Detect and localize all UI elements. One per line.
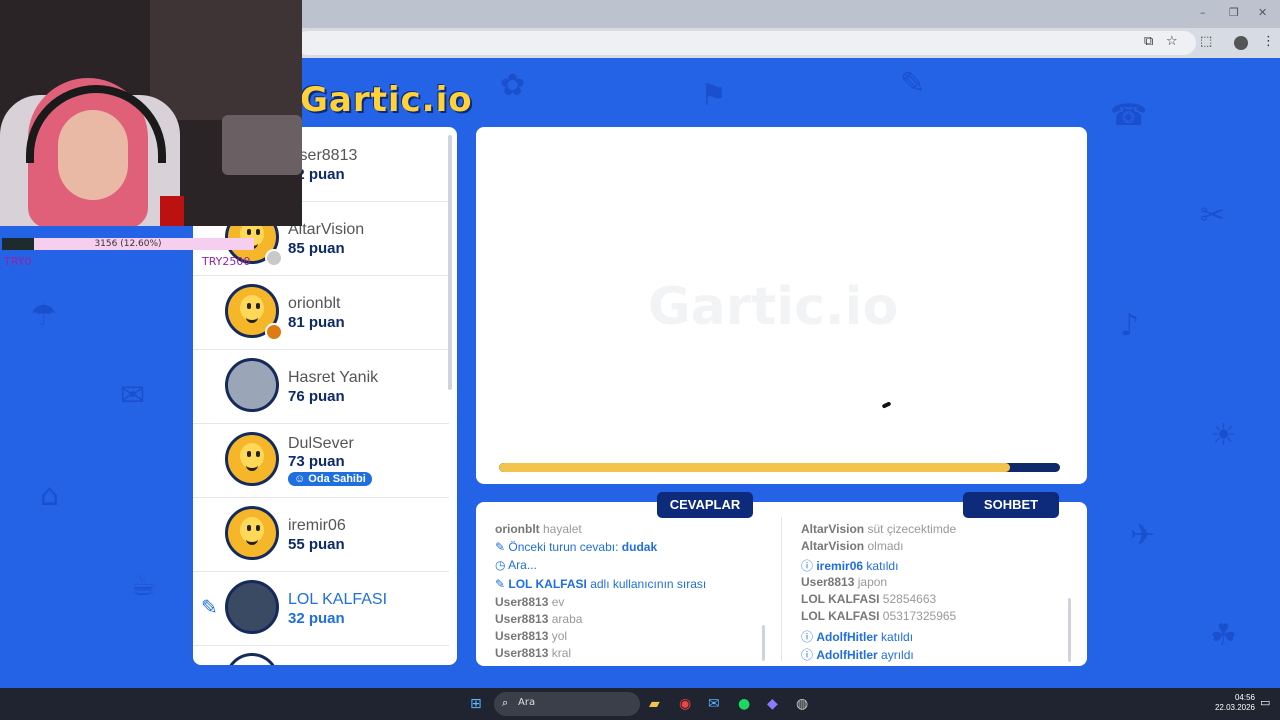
notification-icon[interactable]: ▭ bbox=[1260, 696, 1270, 709]
players-scrollbar[interactable] bbox=[448, 135, 452, 390]
round-timer-bar bbox=[499, 463, 1060, 472]
pencil-icon: ✎ bbox=[201, 595, 218, 619]
doodle-icon: ⌂ bbox=[40, 478, 60, 513]
player-avatar bbox=[225, 653, 279, 665]
room-owner-badge: ☺ Oda Sahibi bbox=[288, 472, 372, 486]
webcam-overlay bbox=[0, 0, 302, 226]
player-score: 76 puan bbox=[288, 388, 345, 405]
search-placeholder: Ara bbox=[518, 697, 536, 708]
status-dot bbox=[265, 323, 283, 341]
doodle-icon: ✿ bbox=[500, 68, 526, 103]
tab-answers[interactable]: CEVAPLAR bbox=[657, 492, 753, 518]
chrome-icon[interactable]: ◉ bbox=[679, 696, 691, 712]
minimize-icon[interactable]: – bbox=[1200, 6, 1206, 19]
taskbar-search[interactable]: ⌕ Ara bbox=[494, 692, 640, 716]
install-icon[interactable]: ⧉ bbox=[1144, 34, 1153, 49]
round-timer-fill bbox=[499, 463, 1010, 472]
xp-progress-text: 3156 (12.60%) bbox=[94, 239, 162, 249]
answer-item: User8813 kral bbox=[495, 646, 572, 660]
steam-icon[interactable]: ◍ bbox=[796, 696, 808, 712]
spotify-icon[interactable]: ● bbox=[738, 696, 750, 712]
player-avatar bbox=[225, 358, 279, 412]
try-left-label: TRY0 bbox=[4, 255, 32, 268]
doodle-icon: ☂ bbox=[30, 298, 57, 333]
gartic-logo[interactable]: Gartic.io bbox=[300, 80, 473, 120]
answer-item: orionblt hayalet bbox=[495, 522, 582, 536]
join-item: ⓘ AdolfHitler katıldı bbox=[801, 630, 914, 644]
try-right-label: TRY2500 bbox=[202, 255, 251, 268]
cam-cup bbox=[160, 196, 184, 226]
chat-item: LOL KALFASI 05317325965 bbox=[801, 609, 957, 623]
bookmark-star-icon[interactable]: ☆ bbox=[1166, 34, 1178, 49]
player-row[interactable]: iremir06 55 puan bbox=[193, 497, 449, 572]
waiting-item: ◷ Ara... bbox=[495, 558, 537, 572]
answer-item: User8813 araba bbox=[495, 612, 583, 626]
xp-progress-bar: 3156 (12.60%) bbox=[2, 238, 254, 250]
player-avatar bbox=[225, 432, 279, 486]
player-row-drawing[interactable]: ✎ LOL KALFASI 32 puan bbox=[193, 571, 449, 646]
cam-bed bbox=[222, 115, 302, 175]
leave-item: ⓘ AdolfHitler ayrıldı bbox=[801, 648, 914, 662]
player-name: iremir06 bbox=[288, 517, 346, 534]
room-owner-label: Oda Sahibi bbox=[308, 473, 366, 485]
player-score: 55 puan bbox=[288, 536, 345, 553]
doodle-icon: ⚑ bbox=[700, 78, 727, 113]
tab-chat[interactable]: SOHBET bbox=[963, 492, 1059, 518]
panel-divider bbox=[781, 517, 782, 661]
player-score: 73 puan bbox=[288, 453, 345, 470]
cam-background bbox=[150, 0, 302, 120]
doodle-icon: ♪ bbox=[1120, 308, 1140, 343]
status-dot bbox=[265, 249, 283, 267]
player-score: 85 puan bbox=[288, 240, 345, 257]
menu-kebab-icon[interactable]: ⋮ bbox=[1262, 34, 1275, 49]
answer-item: User8813 ev bbox=[495, 595, 565, 609]
canvas-watermark: Gartic.io bbox=[648, 277, 899, 337]
player-row[interactable]: DulSever 73 puan ☺ Oda Sahibi bbox=[193, 423, 449, 498]
player-name: orionblt bbox=[288, 295, 341, 312]
chat-item: LOL KALFASI 52854663 bbox=[801, 592, 937, 606]
join-item: ⓘ iremir06 katıldı bbox=[801, 559, 899, 573]
player-name: Hasret Yanik bbox=[288, 369, 379, 386]
player-avatar bbox=[225, 580, 279, 634]
file-explorer-icon[interactable]: ▰ bbox=[649, 696, 660, 712]
restore-icon[interactable]: ❐ bbox=[1229, 6, 1239, 19]
doodle-icon: ☕ bbox=[130, 568, 157, 603]
chat-item: AltarVision süt çizecektimde bbox=[801, 522, 957, 536]
player-name: LOL KALFASI bbox=[288, 591, 388, 608]
close-icon[interactable]: ✕ bbox=[1258, 6, 1267, 19]
doodle-icon: ☘ bbox=[1210, 618, 1237, 653]
doodle-icon: ☎ bbox=[1110, 98, 1148, 133]
player-avatar bbox=[225, 506, 279, 560]
chat-item: AltarVision olmadı bbox=[801, 539, 904, 553]
previous-answer-item: ✎ Önceki turun cevabı: dudak bbox=[495, 540, 658, 554]
player-row[interactable]: orionblt 81 puan bbox=[193, 275, 449, 350]
answers-scrollbar[interactable] bbox=[762, 625, 765, 661]
player-row[interactable]: Hasret Yanik 76 puan bbox=[193, 349, 449, 424]
extensions-icon[interactable]: ⬚ bbox=[1200, 34, 1212, 49]
address-bar[interactable] bbox=[296, 31, 1196, 55]
turn-item: ✎ LOL KALFASI adlı kullanıcının sırası bbox=[495, 577, 707, 591]
doodle-icon: ✂ bbox=[1200, 198, 1226, 233]
profile-avatar-icon[interactable] bbox=[1234, 36, 1248, 50]
drawn-stroke bbox=[881, 401, 892, 409]
clock-time: 04:56 bbox=[1234, 693, 1255, 702]
chat-item: User8813 japon bbox=[801, 575, 888, 589]
answer-item: User8813 yol bbox=[495, 629, 568, 643]
chat-scrollbar[interactable] bbox=[1068, 598, 1071, 662]
start-icon[interactable]: ⊞ bbox=[470, 696, 482, 712]
drawing-canvas[interactable]: Gartic.io bbox=[476, 127, 1087, 484]
mail-icon[interactable]: ✉ bbox=[708, 696, 720, 712]
player-name: DulSever bbox=[288, 435, 354, 452]
player-score: 81 puan bbox=[288, 314, 345, 331]
player-score: 32 puan bbox=[288, 610, 345, 627]
clock-date: 22.03.2026 bbox=[1214, 703, 1255, 712]
app-icon[interactable]: ◆ bbox=[767, 696, 778, 712]
search-icon: ⌕ bbox=[502, 696, 509, 709]
windows-taskbar: ⊞ ⌕ Ara ▰ ◉ ✉ ● ◆ ◍ 04:56 22.03.2026 ▭ bbox=[0, 688, 1280, 720]
doodle-icon: ✈ bbox=[1130, 518, 1156, 553]
doodle-icon: ✎ bbox=[900, 66, 926, 101]
doodle-icon: ☀ bbox=[1210, 418, 1237, 453]
doodle-icon: ✉ bbox=[120, 378, 146, 413]
taskbar-clock[interactable]: 04:56 22.03.2026 bbox=[1205, 693, 1255, 713]
